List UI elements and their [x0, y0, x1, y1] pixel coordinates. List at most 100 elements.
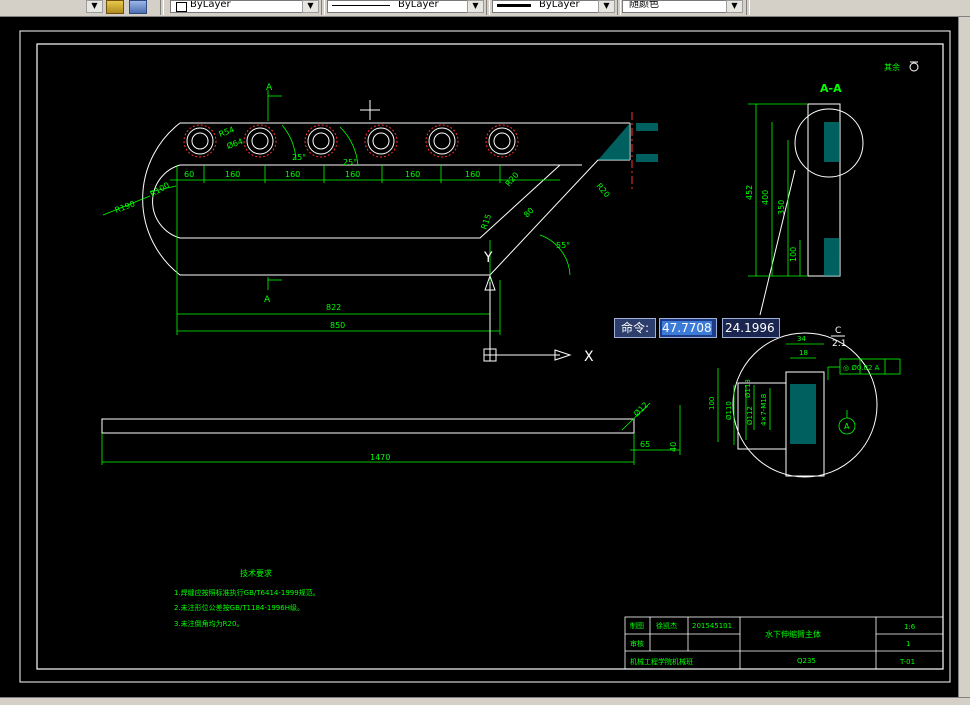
dynamic-input-y-value: 24.1996: [725, 321, 775, 335]
tb-scale: 1:6: [904, 623, 916, 631]
dim-phi12: Ø12: [631, 400, 650, 419]
tb-quantity: 1: [906, 640, 910, 648]
toolbar-separator: [486, 0, 490, 15]
dim-160b: 160: [285, 170, 300, 179]
lineweight-control[interactable]: ByLayer: [492, 0, 600, 13]
dim-160a: 160: [225, 170, 240, 179]
dim-r190: R190: [114, 199, 137, 215]
tb-part-name: 水下伸缩臂主体: [765, 629, 821, 639]
toolbar-separator: [160, 0, 164, 15]
section-dimensions: [748, 103, 808, 277]
dim-40: 40: [669, 442, 678, 452]
bar-dimensions: [101, 402, 681, 465]
section-mark-bottom: A: [264, 295, 271, 305]
layer-dropdown-arrow[interactable]: ▼: [86, 0, 103, 13]
tb-material: Q235: [797, 657, 816, 665]
bar-view: [101, 418, 635, 434]
ucs-x-label: X: [584, 349, 594, 365]
dim-65: 65: [640, 440, 650, 449]
dim-452: 452: [745, 185, 754, 200]
linetype-preview: [332, 5, 390, 6]
section-title: A-A: [820, 82, 842, 95]
lineweight-dropdown-arrow[interactable]: ▼: [598, 0, 615, 13]
section-view: [759, 103, 864, 316]
tb-check-label: 审核: [630, 639, 644, 648]
dim-350: 350: [777, 200, 786, 215]
dim-34: 34: [797, 335, 806, 343]
color-dropdown-arrow[interactable]: ▼: [302, 0, 319, 13]
dim-r54: R54: [218, 125, 236, 139]
tb-drawn-name: 徐凯杰: [656, 621, 677, 630]
dim-1470: 1470: [370, 453, 390, 462]
drawing-outer-frame: [19, 30, 951, 683]
toolbar-separator: [746, 0, 750, 15]
dim-angle-25b: 25°: [343, 158, 357, 167]
dim-phi64: Ø64: [225, 136, 244, 151]
datum-a-label: A: [844, 422, 850, 431]
section-marks: A A: [264, 83, 273, 305]
color-control-value: ByLayer: [190, 0, 231, 10]
tolerance-frame-text: ◎ Ø0.02 A: [843, 364, 880, 372]
tb-school: 机械工程学院机械班: [630, 657, 693, 666]
section-hatch: [824, 122, 840, 276]
linetype-dropdown-arrow[interactable]: ▼: [467, 0, 484, 13]
detail-hatch: [790, 384, 816, 444]
front-dimensions: [102, 90, 571, 335]
dim-phi113: Ø113: [744, 379, 752, 398]
front-hatch: [598, 123, 658, 162]
dim-80: 80: [522, 206, 536, 220]
lineweight-control-value: ByLayer: [539, 0, 580, 10]
corner-note-text: 其余: [884, 62, 900, 72]
plotstyle-control-value: 随颜色: [629, 0, 659, 10]
notes-title: 技术要求: [240, 568, 272, 578]
dim-r100: R100: [149, 181, 172, 199]
lineweight-preview: [497, 4, 531, 7]
color-swatch-icon: [176, 2, 187, 12]
ucs-icon: [483, 274, 572, 362]
section-dimension-text: 452 400 350 100: [745, 185, 798, 262]
toolbar-separator: [617, 0, 621, 15]
vertical-scrollbar[interactable]: [958, 17, 970, 697]
dim-thread: 4×7-M18: [760, 394, 768, 426]
color-control[interactable]: ByLayer: [170, 0, 304, 13]
properties-toolbar: ▼ ByLayer ▼ ByLayer ▼ ByLayer ▼ 随颜色 ▼: [0, 0, 970, 17]
tb-student-number: 201545101: [692, 622, 732, 630]
plotstyle-control[interactable]: 随颜色: [622, 0, 728, 13]
dynamic-input-x-field[interactable]: 47.7708: [659, 318, 717, 338]
front-dimension-text: R190 R100 R54 Ø64 25° 25° 60 160 160 160…: [114, 125, 612, 330]
dim-160d: 160: [405, 170, 420, 179]
detail-label-top: C: [835, 326, 841, 336]
technical-notes: 技术要求 1.焊缝应按照标准执行GB/T6414-1999规范。 2.未注形位公…: [174, 568, 320, 628]
dim-60: 60: [184, 170, 194, 179]
title-block-text: 制图 徐凯杰 201545101 审核 机械工程学院机械班 水下伸缩臂主体 Q2…: [630, 621, 916, 666]
dim-18: 18: [799, 349, 808, 357]
crosshair-cursor-icon: [360, 100, 380, 120]
linetype-control[interactable]: ByLayer: [327, 0, 469, 13]
dynamic-input-y-field[interactable]: 24.1996: [722, 318, 780, 338]
dynamic-input-label: 命令:: [614, 318, 656, 338]
detail-label-bottom: 2:1: [832, 339, 846, 349]
layer-states-icon[interactable]: [106, 0, 124, 14]
layer-previous-icon[interactable]: [129, 0, 147, 14]
dim-55deg: 55°: [556, 241, 570, 250]
notes-line-2: 2.未注形位公差按GB/T1184-1996H级。: [174, 603, 304, 612]
toolbar-separator: [321, 0, 325, 15]
dim-angle-25a: 25°: [292, 153, 306, 162]
section-mark-top: A: [266, 83, 273, 93]
plotstyle-dropdown-arrow[interactable]: ▼: [726, 0, 743, 13]
drawing-canvas[interactable]: R190 R100 R54 Ø64 25° 25° 60 160 160 160…: [0, 17, 958, 697]
dim-phi112: Ø112: [746, 406, 754, 425]
dynamic-input-x-value: 47.7708: [662, 321, 712, 335]
corner-note: 其余: [884, 61, 919, 72]
notes-line-1: 1.焊缝应按照标准执行GB/T6414-1999规范。: [174, 588, 320, 597]
dim-822: 822: [326, 303, 341, 312]
dim-r20b: R20: [594, 182, 611, 200]
dim-400: 400: [761, 190, 770, 205]
detail-label: C 2:1: [831, 326, 846, 349]
tb-drawn-label: 制图: [630, 621, 644, 630]
notes-line-3: 3.未注倒角均为R20。: [174, 619, 243, 628]
linetype-control-value: ByLayer: [398, 0, 439, 10]
dim-160c: 160: [345, 170, 360, 179]
dim-r20a: R20: [504, 170, 521, 188]
dim-850: 850: [330, 321, 345, 330]
